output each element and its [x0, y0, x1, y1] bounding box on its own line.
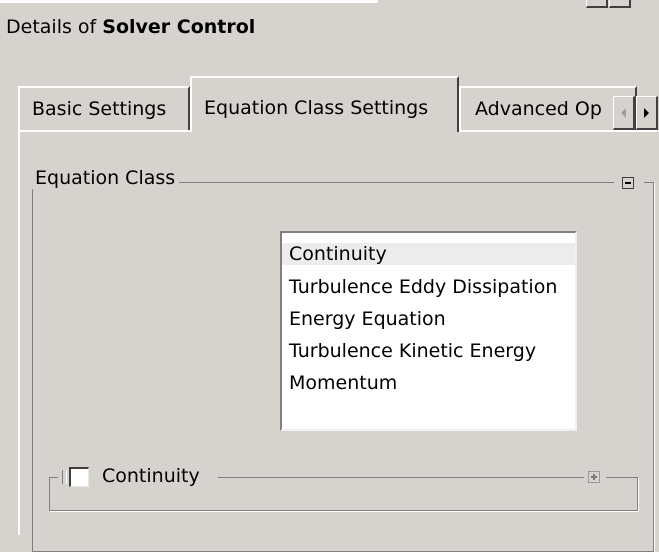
top-strip — [0, 0, 659, 9]
title-prefix: Details of — [6, 16, 103, 38]
arrow-right-icon — [644, 108, 649, 118]
continuity-label: Continuity — [102, 465, 200, 487]
tab-label: Basic Settings — [32, 98, 167, 120]
legend-marker — [62, 470, 67, 484]
tab-scroll-right-button[interactable] — [636, 96, 658, 130]
tab-basic-settings[interactable]: Basic Settings — [18, 86, 190, 130]
window-button[interactable] — [586, 0, 608, 8]
plus-box-icon[interactable] — [588, 471, 600, 483]
continuity-checkbox[interactable] — [69, 467, 89, 487]
tab-advanced-options[interactable]: Advanced Op — [459, 86, 637, 130]
top-divider — [0, 0, 378, 3]
window-button[interactable] — [609, 0, 631, 8]
equation-class-legend: Equation Class — [31, 167, 180, 189]
list-item[interactable]: Energy Equation — [289, 308, 446, 330]
tab-label: Advanced Op — [475, 98, 602, 120]
arrow-left-icon — [621, 108, 626, 118]
list-item[interactable]: Turbulence Kinetic Energy — [289, 340, 536, 362]
list-item[interactable]: Momentum — [289, 372, 397, 394]
list-item[interactable]: Turbulence Eddy Dissipation — [289, 276, 557, 298]
details-title: Details of Solver Control — [6, 16, 255, 38]
tab-strip: Basic Settings Equation Class Settings A… — [0, 76, 659, 132]
tab-equation-class-settings[interactable]: Equation Class Settings — [190, 76, 459, 132]
tab-scroll-left-button[interactable] — [613, 96, 635, 130]
minus-box-icon[interactable] — [622, 177, 634, 189]
equation-class-list[interactable]: Continuity Turbulence Eddy Dissipation E… — [280, 231, 577, 431]
tab-label: Equation Class Settings — [204, 97, 429, 119]
list-item[interactable]: Continuity — [282, 243, 575, 265]
title-bold: Solver Control — [102, 16, 256, 38]
